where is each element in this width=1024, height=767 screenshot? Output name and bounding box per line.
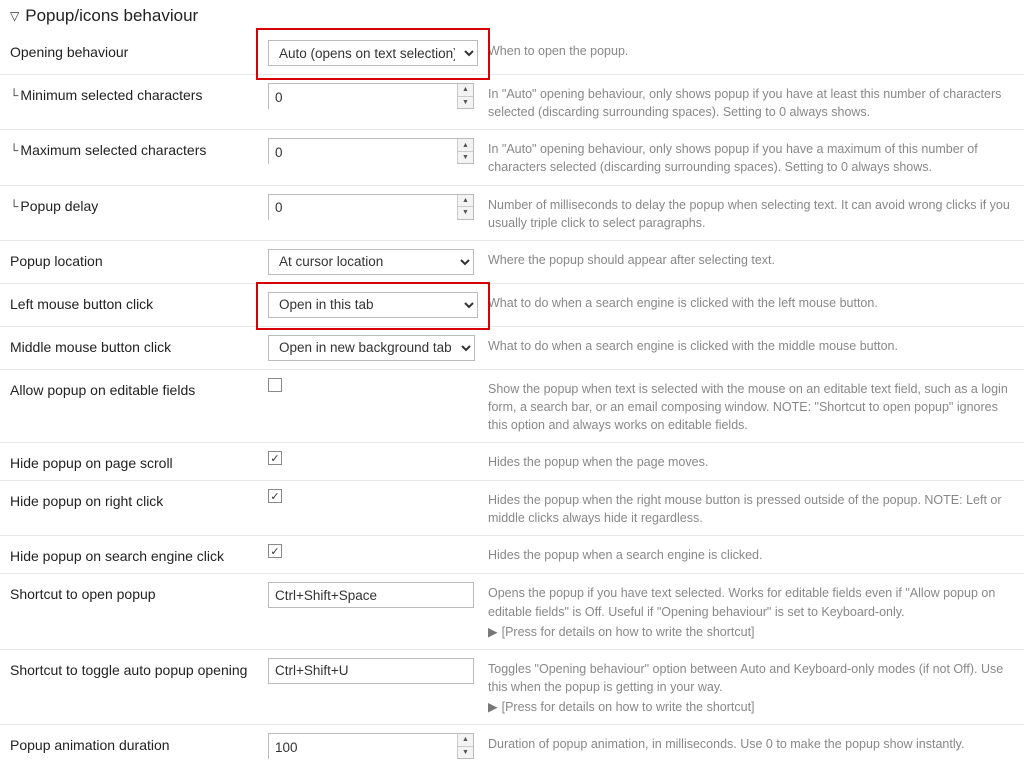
- label-hide-right: Hide popup on right click: [10, 489, 268, 509]
- sub-indent-icon: └: [10, 89, 18, 105]
- desc-popup-delay: Number of milliseconds to delay the popu…: [488, 194, 1014, 232]
- label-hide-search: Hide popup on search engine click: [10, 544, 268, 564]
- desc-middle-click: What to do when a search engine is click…: [488, 335, 1014, 355]
- row-middle-click: Middle mouse button click Open in new ba…: [0, 327, 1024, 370]
- label-popup-delay: └Popup delay: [10, 194, 268, 216]
- input-max-chars[interactable]: [269, 139, 457, 165]
- spinner-anim-duration[interactable]: ▲▼: [268, 733, 474, 759]
- checkbox-allow-editable[interactable]: [268, 378, 282, 392]
- desc-max-chars: In "Auto" opening behaviour, only shows …: [488, 138, 1014, 176]
- row-anim-duration: Popup animation duration ▲▼ Duration of …: [0, 725, 1024, 767]
- label-opening-behaviour: Opening behaviour: [10, 40, 268, 60]
- select-popup-location[interactable]: At cursor location: [268, 249, 474, 275]
- row-popup-delay: └Popup delay ▲▼ Number of milliseconds t…: [0, 186, 1024, 241]
- label-shortcut-toggle: Shortcut to toggle auto popup opening: [10, 658, 268, 678]
- hint-shortcut-open[interactable]: ▶[Press for details on how to write the …: [488, 623, 1014, 641]
- desc-allow-editable: Show the popup when text is selected wit…: [488, 378, 1014, 434]
- input-shortcut-toggle[interactable]: [268, 658, 474, 684]
- desc-shortcut-toggle: Toggles "Opening behaviour" option betwe…: [488, 658, 1014, 716]
- spin-down-icon[interactable]: ▼: [458, 97, 473, 109]
- label-min-chars: └Minimum selected characters: [10, 83, 268, 105]
- row-hide-search: Hide popup on search engine click ✓ Hide…: [0, 536, 1024, 574]
- select-opening-behaviour[interactable]: Auto (opens on text selection): [268, 40, 478, 66]
- section-title: Popup/icons behaviour: [25, 6, 198, 26]
- spin-up-icon[interactable]: ▲: [458, 734, 473, 747]
- row-hide-scroll: Hide popup on page scroll ✓ Hides the po…: [0, 443, 1024, 481]
- select-left-click[interactable]: Open in this tab: [268, 292, 478, 318]
- desc-hide-right: Hides the popup when the right mouse but…: [488, 489, 1014, 527]
- row-allow-editable: Allow popup on editable fields Show the …: [0, 370, 1024, 443]
- spinner-min-chars[interactable]: ▲▼: [268, 83, 474, 109]
- sub-indent-icon: └: [10, 200, 18, 216]
- check-icon: ✓: [270, 545, 279, 558]
- row-max-chars: └Maximum selected characters ▲▼ In "Auto…: [0, 130, 1024, 185]
- desc-opening-behaviour: When to open the popup.: [488, 40, 1014, 60]
- desc-anim-duration: Duration of popup animation, in millisec…: [488, 733, 1014, 753]
- row-popup-location: Popup location At cursor location Where …: [0, 241, 1024, 284]
- label-allow-editable: Allow popup on editable fields: [10, 378, 268, 398]
- row-left-click: Left mouse button click Open in this tab…: [0, 284, 1024, 327]
- check-icon: ✓: [270, 452, 279, 465]
- collapse-icon: ▽: [10, 9, 19, 23]
- input-popup-delay[interactable]: [269, 195, 457, 221]
- input-min-chars[interactable]: [269, 84, 457, 110]
- label-anim-duration: Popup animation duration: [10, 733, 268, 753]
- input-shortcut-open[interactable]: [268, 582, 474, 608]
- spin-down-icon[interactable]: ▼: [458, 152, 473, 164]
- row-opening-behaviour: Opening behaviour Auto (opens on text se…: [0, 32, 1024, 75]
- label-hide-scroll: Hide popup on page scroll: [10, 451, 268, 471]
- row-min-chars: └Minimum selected characters ▲▼ In "Auto…: [0, 75, 1024, 130]
- spin-up-icon[interactable]: ▲: [458, 195, 473, 208]
- select-middle-click[interactable]: Open in new background tab: [268, 335, 475, 361]
- row-shortcut-open: Shortcut to open popup Opens the popup i…: [0, 574, 1024, 649]
- hint-shortcut-toggle[interactable]: ▶[Press for details on how to write the …: [488, 698, 1014, 716]
- desc-hide-search: Hides the popup when a search engine is …: [488, 544, 1014, 564]
- check-icon: ✓: [270, 490, 279, 503]
- checkbox-hide-scroll[interactable]: ✓: [268, 451, 282, 465]
- desc-popup-location: Where the popup should appear after sele…: [488, 249, 1014, 269]
- label-middle-click: Middle mouse button click: [10, 335, 268, 355]
- sub-indent-icon: └: [10, 144, 18, 160]
- spin-up-icon[interactable]: ▲: [458, 84, 473, 97]
- expand-icon: ▶: [488, 625, 498, 639]
- row-hide-right: Hide popup on right click ✓ Hides the po…: [0, 481, 1024, 536]
- checkbox-hide-right[interactable]: ✓: [268, 489, 282, 503]
- spin-up-icon[interactable]: ▲: [458, 139, 473, 152]
- label-shortcut-open: Shortcut to open popup: [10, 582, 268, 602]
- desc-shortcut-open: Opens the popup if you have text selecte…: [488, 582, 1014, 640]
- spin-down-icon[interactable]: ▼: [458, 747, 473, 759]
- row-shortcut-toggle: Shortcut to toggle auto popup opening To…: [0, 650, 1024, 725]
- desc-left-click: What to do when a search engine is click…: [488, 292, 1014, 312]
- input-anim-duration[interactable]: [269, 734, 457, 760]
- label-popup-location: Popup location: [10, 249, 268, 269]
- desc-hide-scroll: Hides the popup when the page moves.: [488, 451, 1014, 471]
- label-left-click: Left mouse button click: [10, 292, 268, 312]
- checkbox-hide-search[interactable]: ✓: [268, 544, 282, 558]
- spin-down-icon[interactable]: ▼: [458, 207, 473, 219]
- spinner-popup-delay[interactable]: ▲▼: [268, 194, 474, 220]
- label-max-chars: └Maximum selected characters: [10, 138, 268, 160]
- expand-icon: ▶: [488, 700, 498, 714]
- spinner-max-chars[interactable]: ▲▼: [268, 138, 474, 164]
- section-header[interactable]: ▽ Popup/icons behaviour: [0, 0, 1024, 32]
- desc-min-chars: In "Auto" opening behaviour, only shows …: [488, 83, 1014, 121]
